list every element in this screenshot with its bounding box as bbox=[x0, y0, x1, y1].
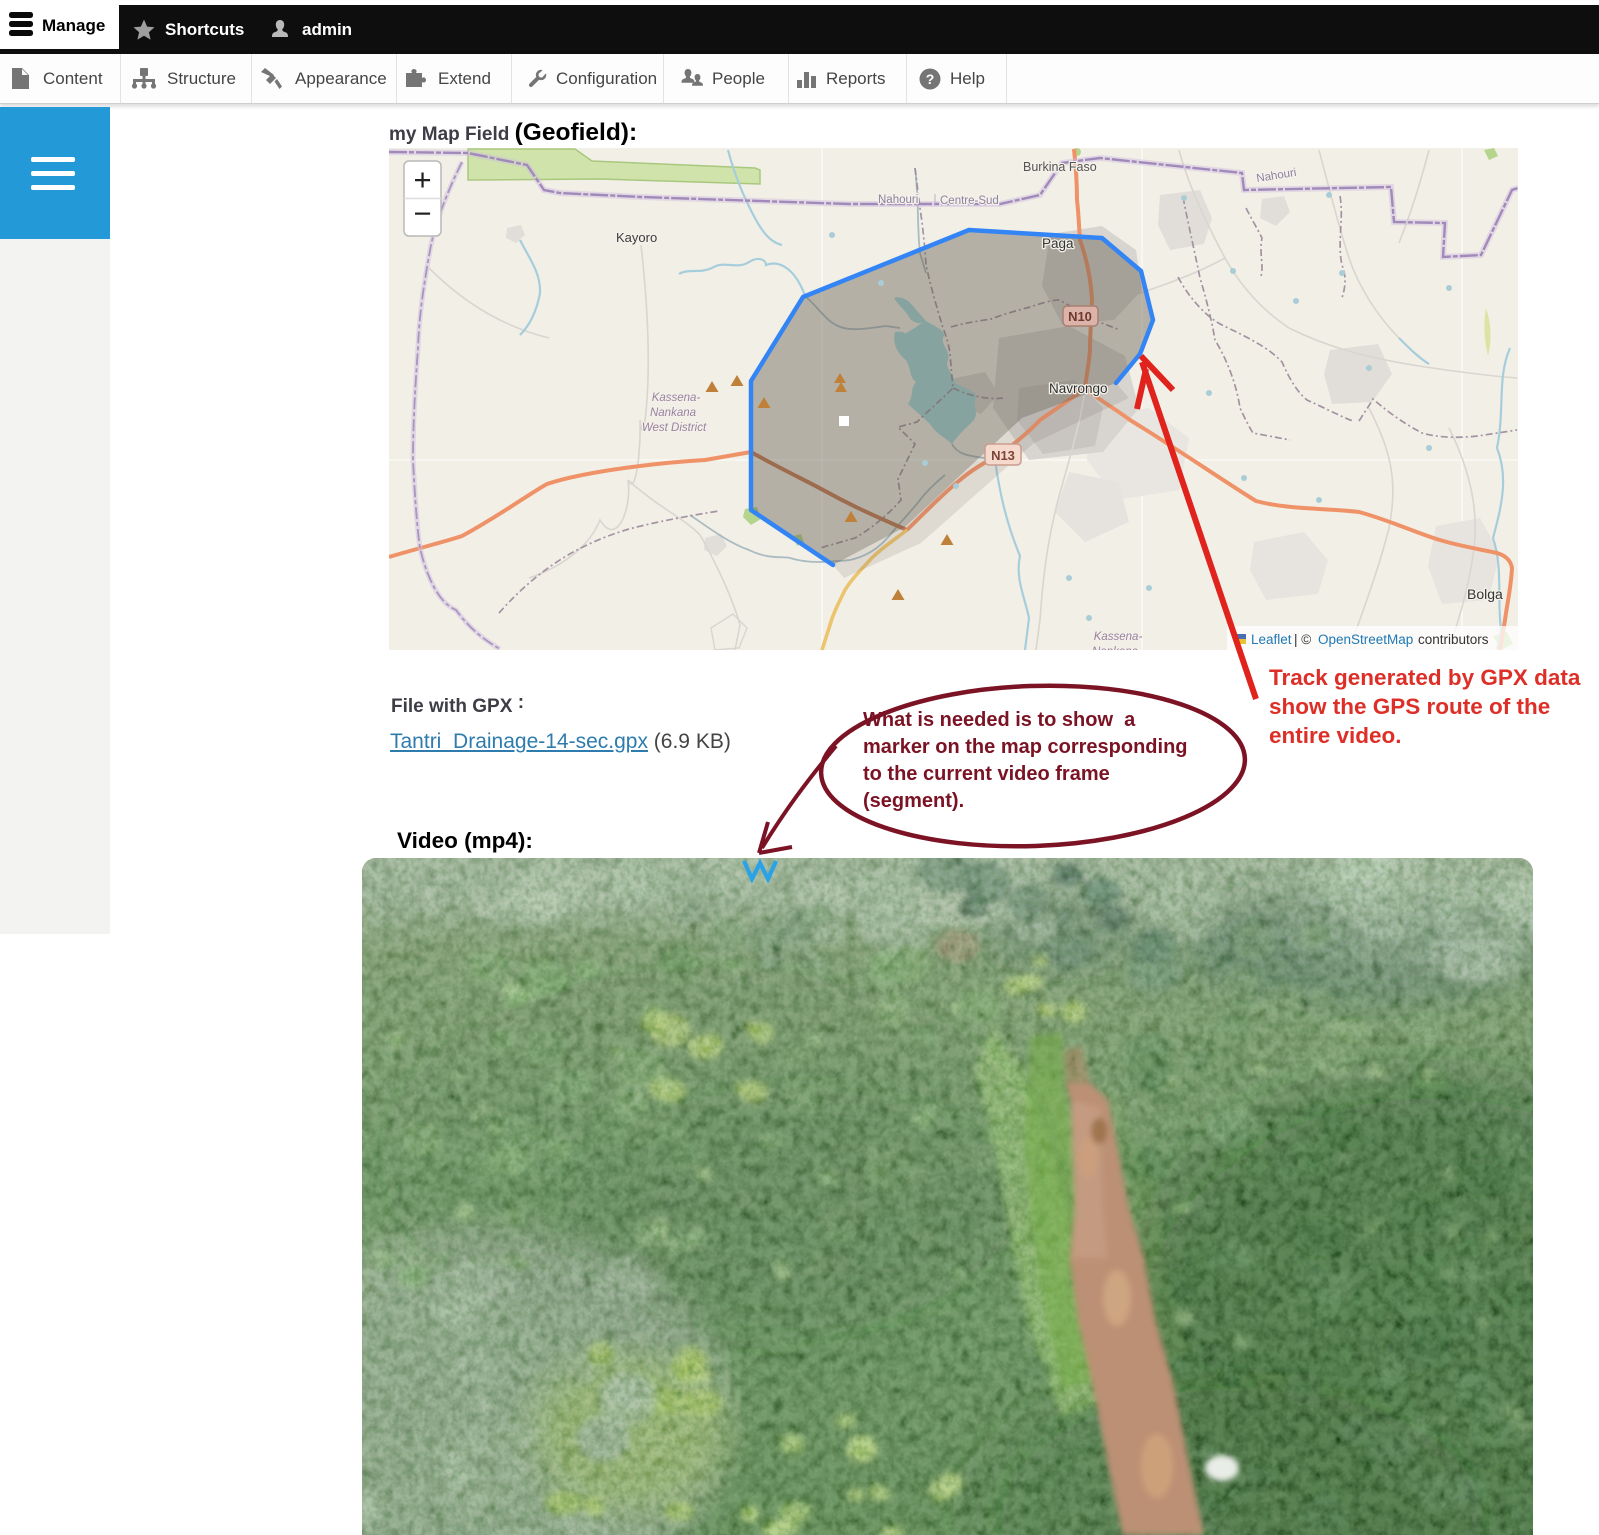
svg-text:Centre-Sud: Centre-Sud bbox=[940, 195, 999, 207]
svg-text:+: + bbox=[413, 162, 431, 197]
svg-text:?: ? bbox=[926, 71, 935, 87]
svg-text:Kayoro: Kayoro bbox=[616, 230, 657, 245]
svg-text:N10: N10 bbox=[1068, 309, 1092, 324]
svg-text:Navrongo: Navrongo bbox=[1049, 381, 1108, 396]
svg-text:N13: N13 bbox=[991, 448, 1015, 463]
svg-text:Nankana: Nankana bbox=[650, 407, 696, 419]
svg-text:| ©: | © bbox=[1294, 632, 1311, 647]
svg-text:contributors: contributors bbox=[1418, 632, 1489, 647]
svg-text:Kassena-: Kassena- bbox=[652, 392, 701, 404]
svg-text:Paga: Paga bbox=[1042, 236, 1074, 251]
svg-text:West District: West District bbox=[642, 422, 707, 434]
svg-text:Kassena-: Kassena- bbox=[1094, 631, 1143, 643]
svg-text:OpenStreetMap: OpenStreetMap bbox=[1318, 632, 1413, 647]
svg-text:Bolga: Bolga bbox=[1467, 586, 1503, 602]
svg-text:Leaflet: Leaflet bbox=[1251, 632, 1292, 647]
svg-text:Burkina Faso: Burkina Faso bbox=[1023, 160, 1097, 174]
svg-text:−: − bbox=[413, 196, 431, 231]
svg-text:Nahouri: Nahouri bbox=[878, 194, 918, 206]
svg-text:Nankana: Nankana bbox=[1092, 646, 1138, 650]
